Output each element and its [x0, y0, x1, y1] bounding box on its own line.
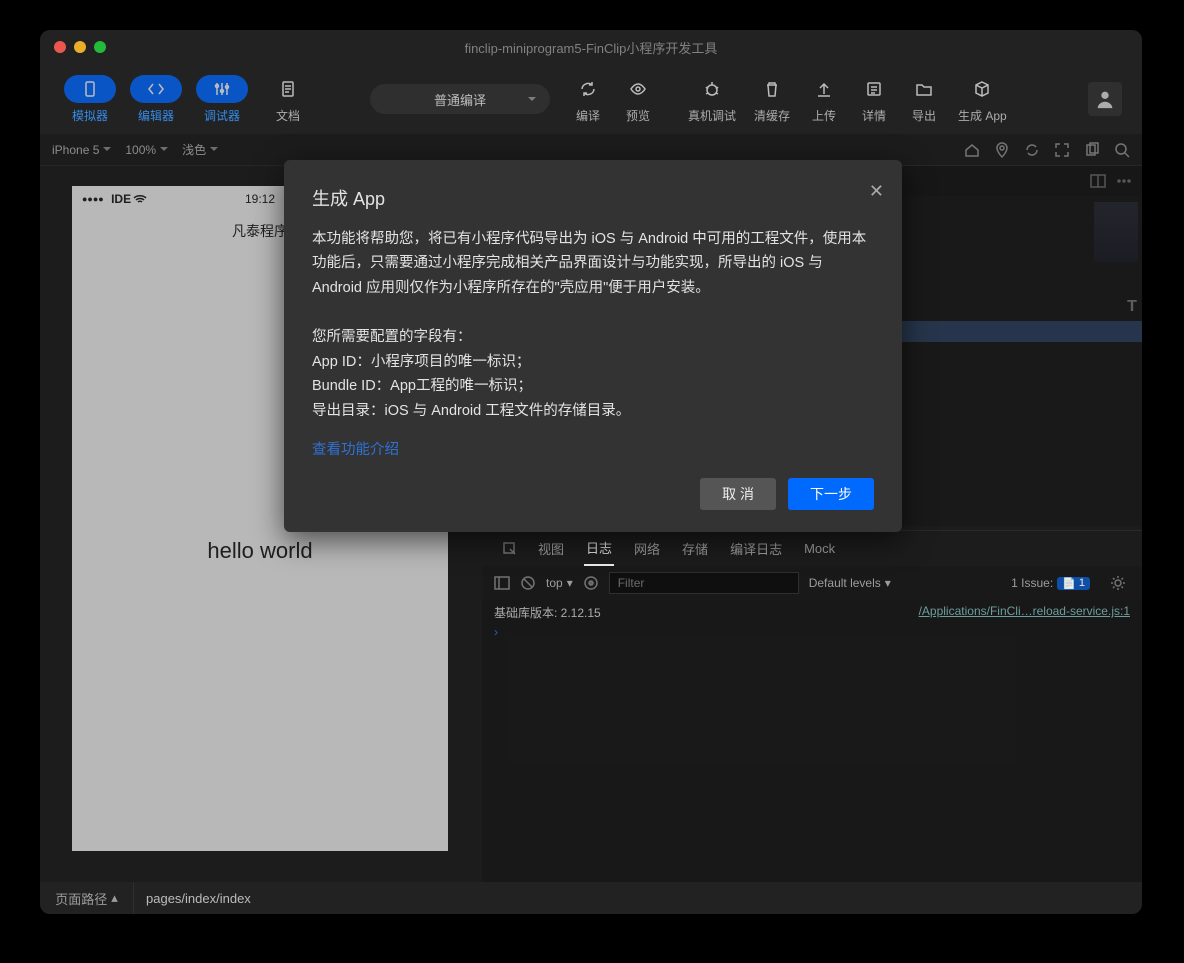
modal-help-link[interactable]: 查看功能介绍 — [312, 438, 399, 463]
modal-paragraph-2: 您所需要配置的字段有： — [312, 325, 874, 350]
modal-line-1: App ID：小程序项目的唯一标识； — [312, 350, 874, 375]
modal-title: 生成 App — [312, 184, 874, 215]
gen-app-modal: ✕ 生成 App 本功能将帮助您，将已有小程序代码导出为 iOS 与 Andro… — [284, 160, 902, 532]
modal-paragraph-1: 本功能将帮助您，将已有小程序代码导出为 iOS 与 Android 中可用的工程… — [312, 227, 874, 301]
app-window: finclip-miniprogram5-FinClip小程序开发工具 模拟器 … — [40, 30, 1142, 914]
cancel-button[interactable]: 取 消 — [700, 478, 776, 510]
modal-line-2: Bundle ID：App工程的唯一标识； — [312, 374, 874, 399]
modal-line-3: 导出目录：iOS 与 Android 工程文件的存储目录。 — [312, 399, 874, 424]
modal-close-button[interactable]: ✕ — [869, 176, 884, 207]
next-button[interactable]: 下一步 — [788, 478, 874, 510]
